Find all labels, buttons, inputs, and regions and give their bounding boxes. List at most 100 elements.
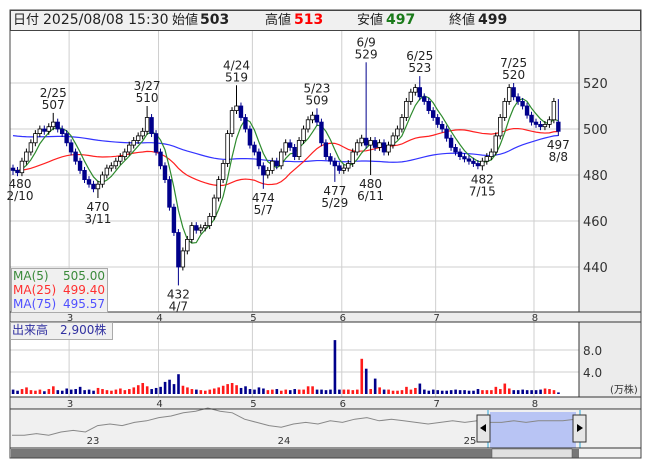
volume-bar xyxy=(235,385,238,394)
volume-bar xyxy=(293,389,297,394)
volume-bar xyxy=(92,390,95,394)
candle-down xyxy=(73,151,78,162)
candle-up xyxy=(225,133,230,164)
candle-up xyxy=(547,119,552,125)
volume-bar xyxy=(387,389,390,394)
candle-up xyxy=(390,135,396,146)
volume-bar xyxy=(38,389,42,394)
candle-up xyxy=(480,160,485,167)
candle-down xyxy=(453,146,458,153)
candle-down xyxy=(162,165,168,181)
candle-down xyxy=(247,128,253,146)
candle-down xyxy=(42,128,47,132)
candle-down xyxy=(520,101,525,107)
volume-month-label: 4 xyxy=(156,399,162,410)
volume-bar xyxy=(159,386,162,394)
candle-down xyxy=(86,179,92,185)
scrollbar-thumb[interactable] xyxy=(491,448,573,459)
candle-down xyxy=(426,101,431,112)
volume-bar xyxy=(338,389,341,394)
low-date-label: 2/10 xyxy=(7,189,34,203)
volume-bar xyxy=(262,388,265,394)
volume-bar xyxy=(288,390,292,394)
volume-bar xyxy=(11,389,15,394)
volume-bar xyxy=(119,388,122,394)
legend-ma75-value: 495.57 xyxy=(63,297,105,311)
volume-bar xyxy=(490,390,493,394)
volume-bar xyxy=(16,390,19,394)
candle-down xyxy=(466,158,472,162)
volume-bar xyxy=(284,389,288,394)
volume-bar xyxy=(472,390,475,394)
volume-bar xyxy=(101,389,104,394)
candle-up xyxy=(180,250,186,268)
volume-bar xyxy=(382,389,386,394)
volume-bar xyxy=(521,389,524,394)
candle-down xyxy=(538,124,543,128)
candle-up xyxy=(395,128,400,137)
navigator-year-label: 23 xyxy=(87,436,100,447)
volume-bar xyxy=(199,390,203,394)
volume-bar xyxy=(516,390,520,394)
volume-bar xyxy=(315,389,319,394)
candle-up xyxy=(127,144,132,153)
volume-bar xyxy=(445,390,448,394)
legend-ma5-value: 505.00 xyxy=(63,269,105,283)
candle-up xyxy=(131,140,136,146)
candle-down xyxy=(171,206,177,233)
candle-up xyxy=(413,87,418,93)
candle-down xyxy=(256,151,262,167)
volume-bar xyxy=(280,390,283,394)
volume-bar xyxy=(163,381,167,394)
volume-bar xyxy=(360,358,364,394)
candle-down xyxy=(439,124,445,130)
volume-bar xyxy=(145,386,149,394)
volume-bar xyxy=(427,390,431,394)
ma-legend: MA(5) 505.00 MA(25) 499.40 MA(75) 495.57 xyxy=(11,268,108,313)
candle-up xyxy=(37,128,43,134)
price-tick-label: 480 xyxy=(583,169,608,184)
candle-up xyxy=(542,124,548,128)
volume-bar xyxy=(458,390,462,394)
candle-up xyxy=(140,130,145,137)
volume-bar xyxy=(275,389,279,394)
legend-ma25-name: MA(25) xyxy=(13,283,57,297)
volume-bar xyxy=(78,386,82,394)
volume-bar xyxy=(20,389,24,394)
volume-bar xyxy=(548,389,551,394)
candle-down xyxy=(82,169,87,180)
volume-bar xyxy=(418,383,422,394)
volume-bar xyxy=(530,390,533,394)
volume-bar xyxy=(141,383,145,394)
volume-label: 出来高 2,900株 xyxy=(10,322,113,340)
volume-bar xyxy=(230,383,234,394)
candle-down xyxy=(292,146,297,157)
volume-bar xyxy=(485,390,489,394)
stock-chart[interactable]: 4404604805005204.08.03344556677884802/10… xyxy=(0,0,653,470)
volume-bar xyxy=(320,389,323,394)
candle-down xyxy=(149,117,154,135)
volume-unit-label: (万株) xyxy=(610,383,638,396)
candle-up xyxy=(341,167,346,171)
legend-ma25: MA(25) 499.40 xyxy=(12,283,107,297)
candle-down xyxy=(462,156,467,160)
volume-bar xyxy=(132,387,136,394)
volume-bar xyxy=(266,390,270,394)
candle-down xyxy=(457,151,463,157)
volume-bar xyxy=(503,383,507,394)
volume-bar xyxy=(302,389,305,394)
legend-ma75-name: MA(75) xyxy=(13,297,57,311)
candle-down xyxy=(430,110,436,118)
low-date-label: 7/15 xyxy=(469,184,496,198)
volume-bar xyxy=(534,390,538,394)
volume-bar xyxy=(324,390,328,394)
candle-down xyxy=(511,87,516,98)
candle-down xyxy=(64,133,69,144)
navigator-year-label: 25 xyxy=(464,436,477,447)
volume-bar xyxy=(204,390,207,394)
candle-up xyxy=(502,101,507,118)
candle-up xyxy=(51,121,56,128)
candle-down xyxy=(529,114,534,123)
candle-down xyxy=(167,179,172,208)
volume-bar xyxy=(136,385,140,394)
